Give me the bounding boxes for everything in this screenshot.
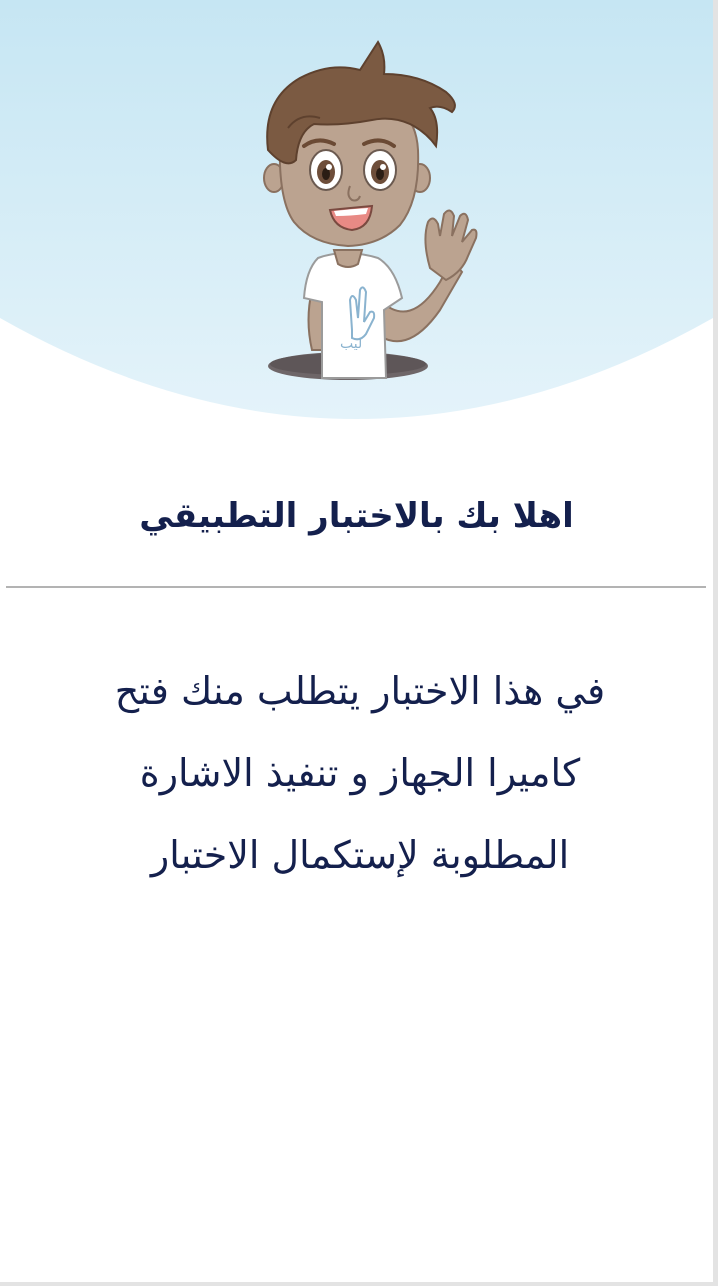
welcome-title: اهلا بك بالاختبار التطبيقي bbox=[139, 496, 574, 536]
shirt-logo-text: ليب bbox=[340, 336, 362, 352]
header-illustration-area: ليب bbox=[0, 0, 713, 420]
instructions-line: كاميرا الجهاز و تنفيذ الاشارة bbox=[139, 751, 581, 795]
instructions-line: المطلوبة لإستكمال الاختبار bbox=[150, 833, 570, 877]
instructions-text: في هذا الاختبار يتطلب منك فتح كاميرا الج… bbox=[60, 650, 660, 896]
instructions-line: في هذا الاختبار يتطلب منك فتح bbox=[114, 669, 606, 713]
welcome-screen: ليب اهلا بك بالاختبار التطبيقي في هذا ال… bbox=[0, 0, 713, 1282]
divider bbox=[6, 586, 706, 588]
header-svg: ليب bbox=[0, 0, 713, 419]
